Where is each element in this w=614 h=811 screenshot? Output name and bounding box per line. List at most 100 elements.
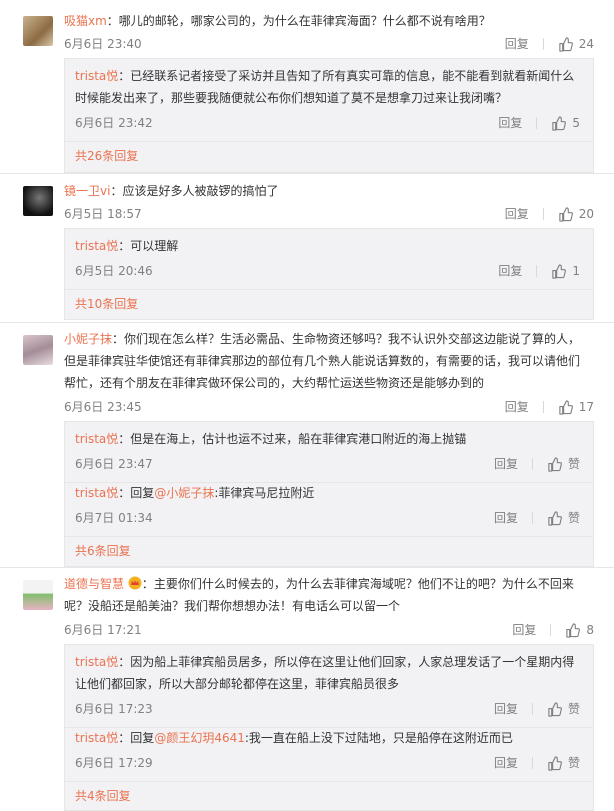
avatar[interactable] bbox=[23, 580, 53, 610]
like-count: 8 bbox=[586, 623, 594, 637]
reply-text: trista悦：因为船上菲律宾船员居多，所以停在这里让他们回家，人家总理发话了一… bbox=[75, 651, 580, 695]
username-link[interactable]: 镜一卫vi bbox=[64, 184, 110, 198]
like-button[interactable]: 赞 bbox=[547, 454, 580, 474]
divider bbox=[0, 173, 614, 174]
reply-meta: 6月7日 01:34 回复 赞 bbox=[75, 508, 580, 528]
like-label: 赞 bbox=[567, 511, 580, 525]
reply-text: trista悦：已经联系记者接受了采访并且告知了所有真实可靠的信息，能不能看到就… bbox=[75, 65, 580, 109]
reply-item: trista悦：回复@小妮子抹:菲律宾马尼拉附近 6月7日 01:34 回复 赞 bbox=[75, 482, 580, 528]
reply-meta: 6月6日 17:29 回复 赞 bbox=[75, 753, 580, 773]
divider bbox=[531, 458, 533, 470]
reply-item: trista悦：回复@颜王幻玥4641:我一直在船上没下过陆地，只是船停在这附近… bbox=[75, 727, 580, 773]
divider bbox=[531, 757, 533, 769]
timestamp: 6月6日 17:29 bbox=[75, 756, 153, 770]
like-button[interactable]: 赞 bbox=[547, 508, 580, 528]
reply-meta: 6月5日 20:46 回复 1 bbox=[75, 261, 580, 281]
avatar[interactable] bbox=[23, 335, 53, 365]
username-link[interactable]: trista悦 bbox=[75, 655, 118, 669]
comment-text: 镜一卫vi：应该是好多人被敲锣的搞怕了 bbox=[64, 180, 589, 202]
username-link[interactable]: trista悦 bbox=[75, 69, 118, 83]
reply-button[interactable]: 回复 bbox=[494, 508, 518, 528]
reply-list: trista悦：可以理解 6月5日 20:46 回复 1 共10条回复 bbox=[64, 228, 594, 320]
reply-button[interactable]: 回复 bbox=[505, 34, 529, 54]
thumbs-up-icon bbox=[566, 622, 581, 638]
username-link[interactable]: trista悦 bbox=[75, 486, 118, 500]
more-replies-link[interactable]: 共4条回复 bbox=[75, 787, 131, 804]
reply-actions: 回复 赞 bbox=[494, 454, 580, 474]
reply-text: trista悦：回复@颜王幻玥4641:我一直在船上没下过陆地，只是船停在这附近… bbox=[75, 727, 580, 749]
username-link[interactable]: 吸猫xm bbox=[64, 14, 107, 28]
reply-prefix: ：回复 bbox=[118, 731, 155, 745]
timestamp: 6月5日 20:46 bbox=[75, 264, 153, 278]
thumbs-up-icon bbox=[548, 510, 562, 526]
divider bbox=[536, 117, 538, 129]
reply-body: ：但是在海上，估计也运不过来，船在菲律宾港口附近的海上抛锚 bbox=[118, 432, 467, 446]
timestamp: 6月6日 23:40 bbox=[64, 37, 142, 51]
like-button[interactable]: 8 bbox=[565, 620, 594, 640]
reply-text: trista悦：但是在海上，估计也运不过来，船在菲律宾港口附近的海上抛锚 bbox=[75, 428, 580, 450]
thumbs-up-icon bbox=[548, 701, 562, 717]
divider bbox=[65, 289, 593, 290]
divider bbox=[542, 38, 544, 50]
reply-button[interactable]: 回复 bbox=[512, 620, 536, 640]
reply-button[interactable]: 回复 bbox=[498, 113, 522, 133]
divider bbox=[65, 781, 593, 782]
reply-button[interactable]: 回复 bbox=[494, 753, 518, 773]
more-replies-link[interactable]: 共6条回复 bbox=[75, 542, 131, 559]
thumbs-up-icon bbox=[548, 755, 562, 771]
like-button[interactable]: 1 bbox=[551, 261, 580, 281]
avatar[interactable] bbox=[23, 186, 53, 216]
like-button[interactable]: 17 bbox=[558, 397, 594, 417]
mention-link[interactable]: @小妮子抹 bbox=[154, 486, 214, 500]
like-label: 赞 bbox=[567, 756, 580, 770]
avatar[interactable] bbox=[23, 16, 53, 46]
reply-meta: 6月6日 17:23 回复 赞 bbox=[75, 699, 580, 719]
like-button[interactable]: 5 bbox=[551, 113, 580, 133]
divider bbox=[542, 401, 544, 413]
like-button[interactable]: 24 bbox=[558, 34, 594, 54]
reply-item: trista悦：已经联系记者接受了采访并且告知了所有真实可靠的信息，能不能看到就… bbox=[75, 65, 580, 133]
mention-link[interactable]: @颜王幻玥4641 bbox=[154, 731, 245, 745]
reply-button[interactable]: 回复 bbox=[494, 699, 518, 719]
timestamp: 6月5日 18:57 bbox=[64, 207, 142, 221]
divider bbox=[0, 322, 614, 323]
reply-list: trista悦：已经联系记者接受了采访并且告知了所有真实可靠的信息，能不能看到就… bbox=[64, 58, 594, 173]
thumbs-up-icon bbox=[559, 36, 573, 52]
reply-meta: 6月6日 23:42 回复 5 bbox=[75, 113, 580, 133]
comment-body: ：应该是好多人被敲锣的搞怕了 bbox=[110, 184, 279, 198]
like-count: 20 bbox=[578, 207, 594, 221]
more-replies-link[interactable]: 共10条回复 bbox=[75, 295, 138, 312]
more-replies-link[interactable]: 共26条回复 bbox=[75, 147, 138, 164]
divider bbox=[531, 703, 533, 715]
thumbs-up-icon bbox=[552, 115, 567, 131]
like-button[interactable]: 赞 bbox=[547, 753, 580, 773]
username-link[interactable]: 小妮子抹 bbox=[64, 332, 112, 346]
reply-body: :我一直在船上没下过陆地，只是船停在这附近而已 bbox=[244, 731, 513, 745]
comment-meta: 6月6日 17:21 回复 8 bbox=[64, 620, 594, 640]
reply-text: trista悦：可以理解 bbox=[75, 235, 580, 257]
reply-button[interactable]: 回复 bbox=[505, 397, 529, 417]
reply-list: trista悦：因为船上菲律宾船员居多，所以停在这里让他们回家，人家总理发话了一… bbox=[64, 644, 594, 811]
reply-button[interactable]: 回复 bbox=[505, 204, 529, 224]
comment-actions: 回复 8 bbox=[512, 620, 594, 640]
comment-body: ：哪儿的邮轮，哪家公司的，为什么在菲律宾海面？什么都不说有啥用？ bbox=[106, 14, 491, 28]
like-count: 5 bbox=[572, 116, 580, 130]
thumbs-up-icon bbox=[548, 456, 562, 472]
username-link[interactable]: trista悦 bbox=[75, 432, 118, 446]
reply-body: :菲律宾马尼拉附近 bbox=[214, 486, 315, 500]
like-count: 24 bbox=[578, 37, 594, 51]
username-link[interactable]: trista悦 bbox=[75, 731, 118, 745]
thumbs-up-icon bbox=[559, 206, 573, 222]
like-button[interactable]: 赞 bbox=[547, 699, 580, 719]
reply-button[interactable]: 回复 bbox=[494, 454, 518, 474]
like-button[interactable]: 20 bbox=[558, 204, 594, 224]
username-link[interactable]: 道德与智慧 bbox=[64, 577, 124, 591]
reply-button[interactable]: 回复 bbox=[498, 261, 522, 281]
reply-list: trista悦：但是在海上，估计也运不过来，船在菲律宾港口附近的海上抛锚 6月6… bbox=[64, 421, 594, 567]
username-link[interactable]: trista悦 bbox=[75, 239, 118, 253]
comment-actions: 回复 17 bbox=[505, 397, 594, 417]
timestamp: 6月6日 17:23 bbox=[75, 702, 153, 716]
timestamp: 6月6日 17:21 bbox=[64, 623, 142, 637]
reply-actions: 回复 赞 bbox=[494, 699, 580, 719]
divider bbox=[65, 141, 593, 142]
